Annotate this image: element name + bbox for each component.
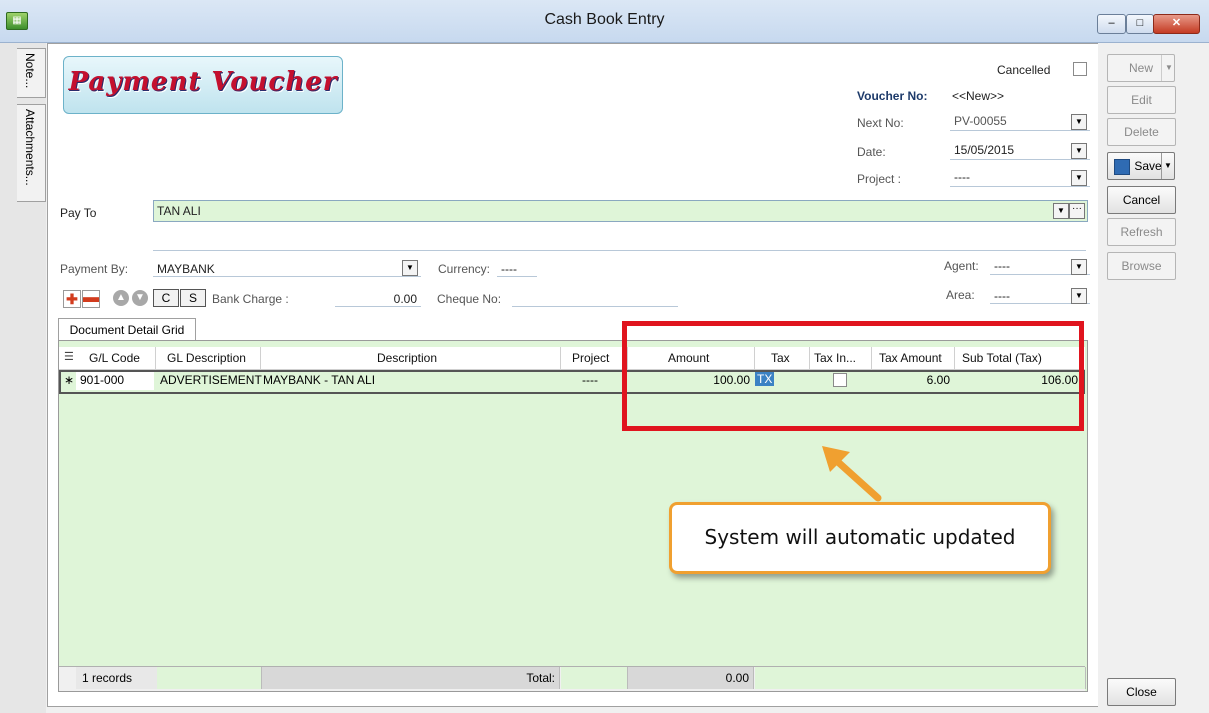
tab-note-label: Note... [23,53,37,89]
currency-value: ---- [501,262,517,276]
bank-charge-value: 0.00 [393,292,417,306]
highlight-box [622,321,1084,431]
col-description[interactable]: Description [377,351,437,365]
date-dropdown-icon[interactable]: ▼ [1071,143,1087,159]
col-project[interactable]: Project [572,351,609,365]
footer-cell [561,667,628,689]
close-button[interactable]: Close [1107,678,1176,706]
project-cell-value: ---- [582,373,598,387]
minimize-button[interactable]: – [1097,14,1126,34]
annotation-callout: System will automatic updated [669,502,1051,574]
project-dropdown-icon[interactable]: ▼ [1071,170,1087,186]
records-count: 1 records [76,667,163,689]
cancel-button[interactable]: Cancel [1107,186,1176,214]
total-label: Total: [262,667,560,689]
gl-description-value: ADVERTISEMENT [160,373,262,387]
area-value: ---- [994,289,1010,303]
next-no-label: Next No: [857,116,904,130]
pay-to-field[interactable] [153,200,1088,222]
pay-to-label: Pay To [60,206,97,220]
pay-to-dropdown-icon[interactable]: ▼ [1053,203,1069,219]
cancelled-checkbox[interactable] [1073,62,1087,76]
date-value: 15/05/2015 [954,143,1015,157]
project-value: ---- [954,170,970,184]
cheque-no-label: Cheque No: [437,292,502,306]
col-separator [560,347,561,369]
pay-to-lookup-button[interactable]: ··· [1069,203,1085,219]
currency-label: Currency: [438,262,491,276]
callout-arrow-icon [822,446,882,502]
new-button-label: New [1128,61,1153,75]
move-up-icon[interactable]: ▲ [113,290,129,306]
tab-attachments[interactable]: Attachments... [17,104,46,202]
gl-code-value: 901-000 [80,373,125,387]
payment-voucher-logo: Payment Voucher [63,56,343,114]
delete-button[interactable]: Delete [1107,118,1176,146]
cancelled-label: Cancelled [997,63,1051,77]
payment-by-value: MAYBANK [157,262,215,276]
col-gl-code[interactable]: G/L Code [89,351,140,365]
payment-by-dropdown-icon[interactable]: ▼ [402,260,418,276]
move-down-icon[interactable]: ▼ [132,290,148,306]
browse-button[interactable]: Browse [1107,252,1176,280]
logo-text: Payment Voucher [68,67,338,97]
refresh-button[interactable]: Refresh [1107,218,1176,246]
voucher-no-value: <<New>> [952,89,1005,103]
window-title: Cash Book Entry [544,11,665,28]
tab-attachments-label: Attachments... [23,109,37,186]
area-label: Area: [946,288,975,302]
agent-value: ---- [994,259,1010,273]
tab-document-detail-grid[interactable]: Document Detail Grid [58,318,196,341]
divider [153,250,1086,251]
col-separator [260,347,261,369]
new-dropdown-icon[interactable]: ▼ [1161,55,1176,81]
total-value: 0.00 [628,667,754,689]
save-dropdown-icon[interactable]: ▼ [1161,153,1174,179]
next-no-value: PV-00055 [954,114,1007,128]
date-label: Date: [857,145,886,159]
new-button[interactable]: New ▼ [1107,54,1175,82]
callout-text: System will automatic updated [704,525,1016,549]
agent-dropdown-icon[interactable]: ▼ [1071,259,1087,275]
row-marker: ∗ [64,373,75,387]
remove-row-icon[interactable]: ▬ [82,290,100,308]
project-label: Project : [857,172,902,186]
payment-by-label: Payment By: [60,262,129,276]
col-separator [155,347,156,369]
save-button-label: Save [1134,159,1162,173]
edit-button[interactable]: Edit [1107,86,1176,114]
save-button[interactable]: Save ▼ [1107,152,1175,180]
description-value: MAYBANK - TAN ALI [263,373,376,387]
footer-cell [755,667,1086,689]
tab-note[interactable]: Note... [17,48,46,98]
add-row-icon[interactable]: ✚ [63,290,81,308]
s-button[interactable]: S [180,289,206,307]
footer-cell [157,667,262,689]
cheque-no-field[interactable] [512,288,678,307]
c-button[interactable]: C [153,289,179,307]
pay-to-value: TAN ALI [157,204,201,218]
maximize-button[interactable]: □ [1126,14,1154,34]
project-field[interactable] [950,168,1090,187]
bank-charge-label: Bank Charge : [212,292,289,306]
area-dropdown-icon[interactable]: ▼ [1071,288,1087,304]
col-gl-description[interactable]: GL Description [167,351,246,365]
agent-label: Agent: [944,259,979,273]
next-no-dropdown-icon[interactable]: ▼ [1071,114,1087,130]
close-window-button[interactable]: ✕ [1153,14,1200,34]
floppy-disk-icon [1114,159,1130,175]
voucher-no-label: Voucher No: [857,89,928,103]
column-chooser-icon[interactable]: ☰ [64,350,74,363]
